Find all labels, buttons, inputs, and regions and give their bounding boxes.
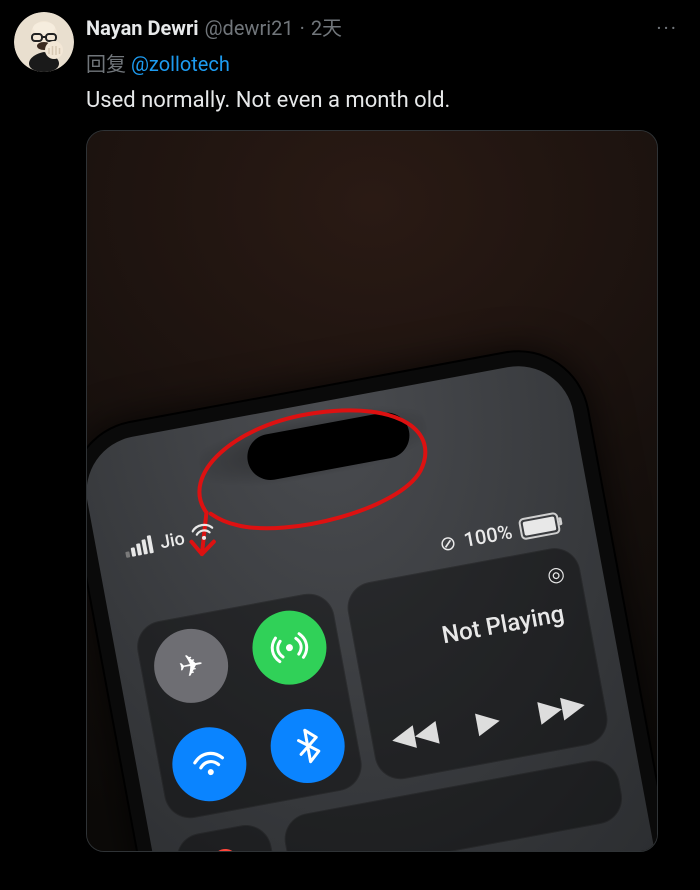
reply-line: 回复 @zollotech (86, 48, 686, 77)
user-handle[interactable]: @dewri21 (205, 16, 294, 40)
media-controls: ◀◀ ▶ ▶▶ (369, 682, 607, 759)
next-track-icon[interactable]: ▶▶ (536, 686, 588, 729)
play-icon[interactable]: ▶ (474, 701, 503, 740)
status-bar: Jio (123, 521, 216, 559)
phone: Jio ⊘ 100% (86, 340, 658, 851)
avatar[interactable] (14, 12, 74, 72)
wifi-status-icon (190, 521, 216, 547)
phone-screen: Jio ⊘ 100% (86, 357, 658, 852)
more-button[interactable]: ··· (648, 12, 686, 44)
now-playing-tile[interactable]: ◎ Not Playing ◀◀ ▶ ▶▶ (343, 543, 611, 783)
cellular-icon (266, 624, 313, 671)
battery-percent: 100% (462, 519, 514, 551)
rotation-lock-tile[interactable] (172, 820, 278, 851)
tweet-media[interactable]: Jio ⊘ 100% (86, 130, 658, 852)
timestamp[interactable]: 2天 (311, 16, 342, 40)
tweet-header: Nayan Dewri @dewri21 · 2天 ··· (86, 12, 686, 44)
bluetooth-icon (284, 722, 331, 769)
reply-mention[interactable]: @zollotech (131, 52, 230, 76)
reply-prefix: 回复 (86, 52, 126, 76)
photo: Jio ⊘ 100% (87, 131, 657, 851)
airplane-icon: ✈ (176, 646, 207, 685)
tweet-content: Nayan Dewri @dewri21 · 2天 ··· 回复 @zollot… (86, 12, 686, 852)
prev-track-icon[interactable]: ◀◀ (389, 713, 441, 756)
airplane-toggle[interactable]: ✈ (148, 622, 234, 708)
cellular-toggle[interactable] (246, 604, 332, 690)
carrier-label: Jio (158, 527, 186, 552)
avatar-image (14, 12, 74, 72)
battery-icon (518, 511, 561, 540)
connectivity-tile: ✈ (133, 589, 366, 822)
display-name[interactable]: Nayan Dewri (86, 16, 199, 40)
tweet: Nayan Dewri @dewri21 · 2天 ··· 回复 @zollot… (0, 0, 700, 852)
rotation-lock-icon (202, 837, 249, 851)
separator-dot: · (300, 16, 305, 40)
signal-bars-icon (123, 535, 154, 558)
wifi-icon (186, 741, 233, 788)
now-playing-label: Not Playing (440, 599, 567, 649)
alarm-icon: ⊘ (437, 529, 458, 556)
bluetooth-toggle[interactable] (265, 702, 351, 788)
wifi-toggle[interactable] (166, 721, 252, 807)
tweet-text: Used normally. Not even a month old. (86, 87, 686, 116)
airplay-icon[interactable]: ◎ (545, 560, 567, 587)
